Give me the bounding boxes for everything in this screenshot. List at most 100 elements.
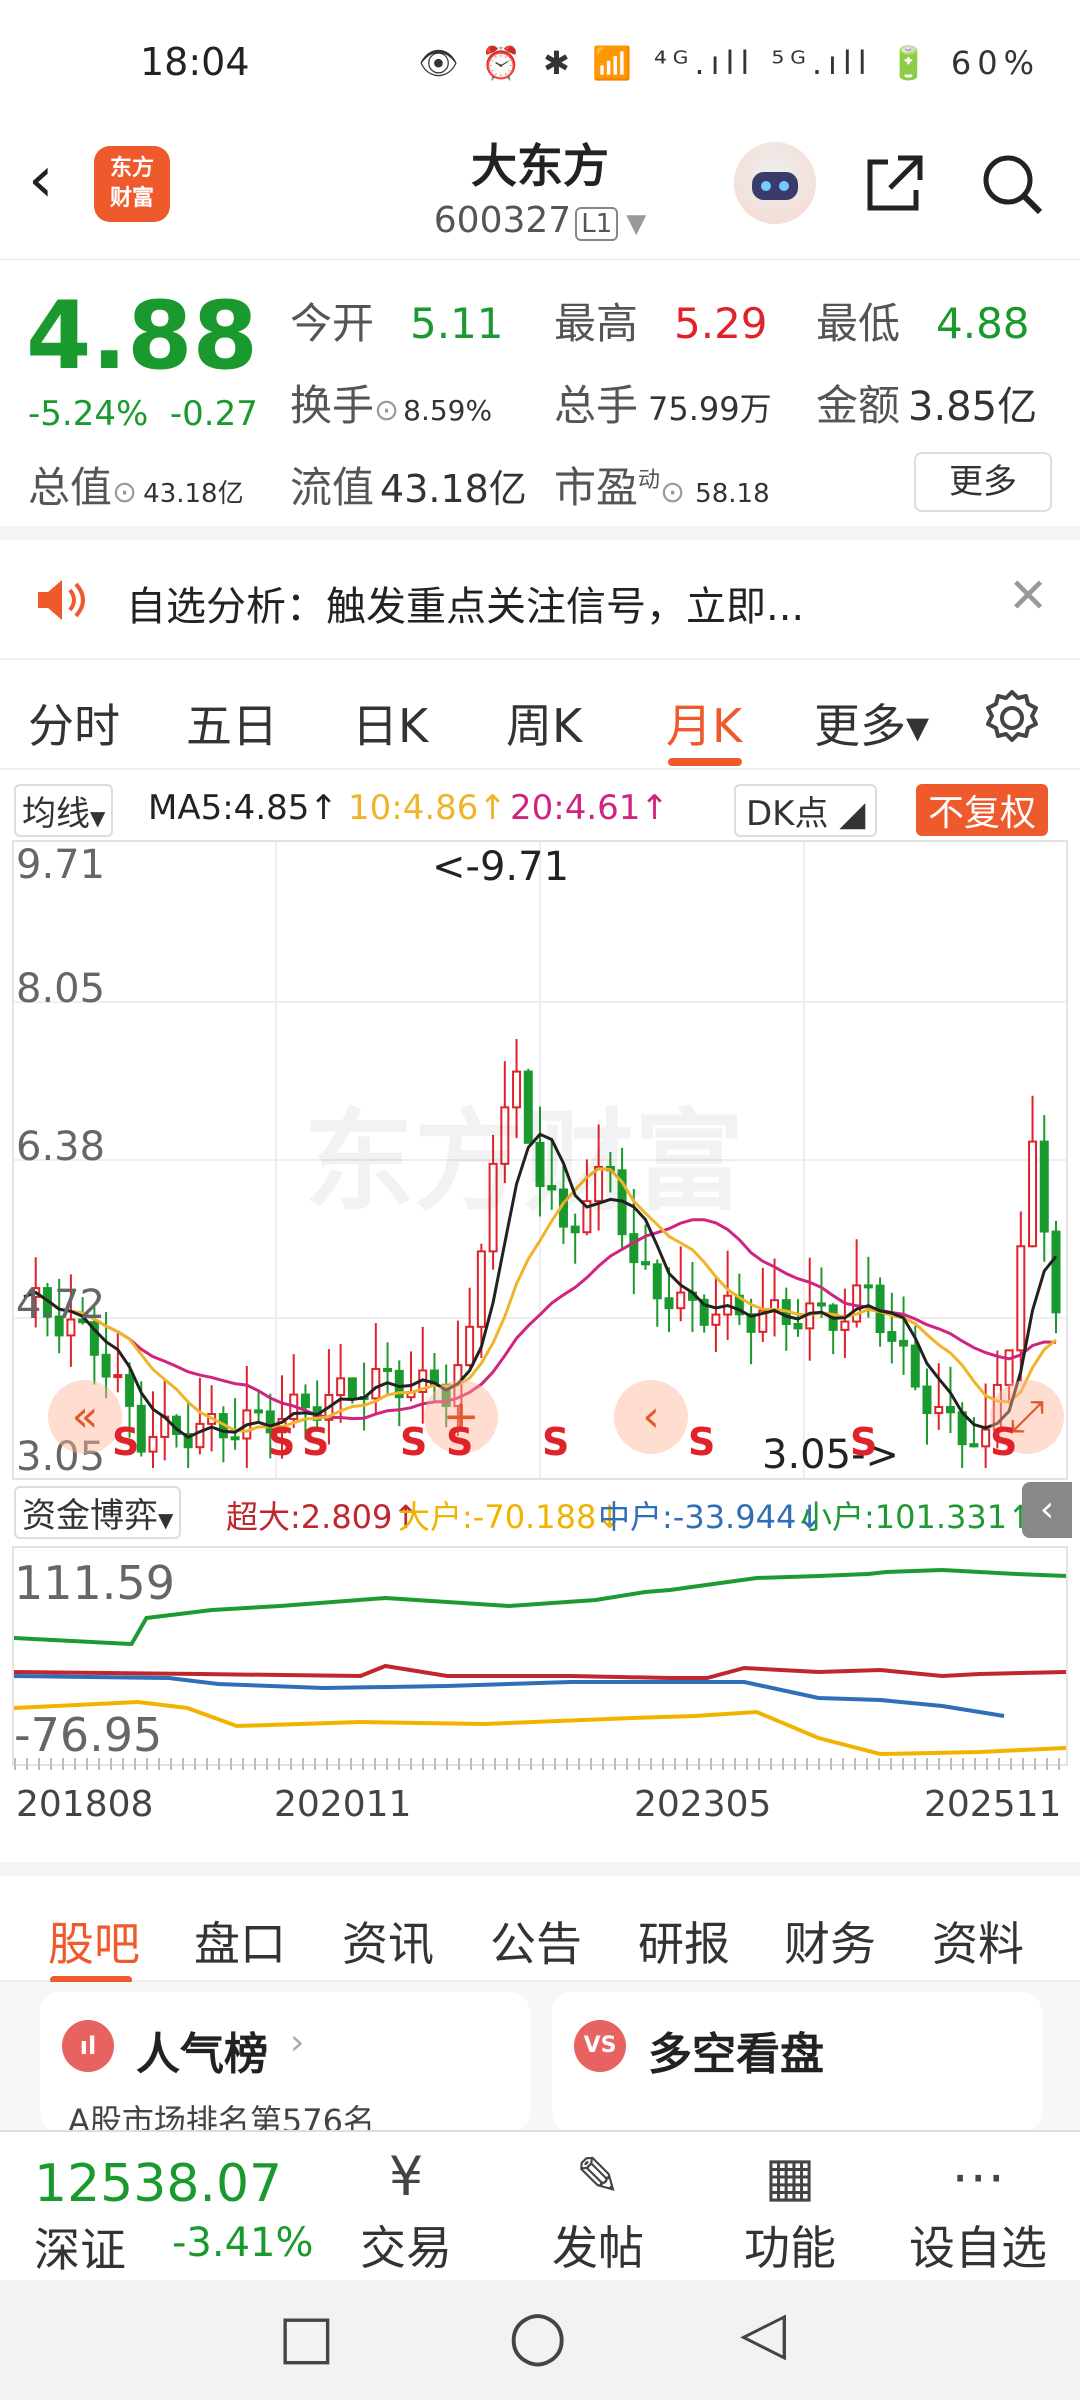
info-icon[interactable]: ⊙	[660, 475, 685, 510]
tab-weekly-k[interactable]: 周K	[506, 690, 582, 756]
info-icon[interactable]: ⊙	[374, 393, 399, 428]
candle-body	[945, 1406, 955, 1414]
candle-body	[148, 1435, 158, 1453]
previous-icon[interactable]: ‹	[614, 1380, 688, 1454]
dk-point-button[interactable]: DK点 ◢	[734, 784, 878, 837]
candle-body	[840, 1320, 850, 1331]
price-change: -5.24% -0.27	[28, 394, 258, 434]
amount-value: 3.85亿	[908, 384, 1038, 430]
home-icon[interactable]: ○	[508, 2296, 567, 2375]
status-icons: 👁 ⏰ ✱ 📶 ⁴ᴳ.ıll ⁵ᴳ.ıll 🔋 60%	[418, 44, 1040, 82]
sell-signal: S	[400, 1420, 428, 1464]
versus-icon: VS	[574, 2020, 626, 2072]
trade-button[interactable]: ¥ 交易	[336, 2142, 476, 2278]
add-watchlist-label: 设自选	[909, 2221, 1047, 2275]
tab-research[interactable]: 研报	[638, 1908, 730, 1974]
candle-body	[863, 1284, 873, 1289]
pe-field: 市盈动⊙ 58.18	[554, 454, 770, 515]
add-watchlist-button[interactable]: ⋯ 设自选	[908, 2142, 1048, 2278]
ma5-value: MA5:4.85↑	[148, 788, 338, 828]
tab-news[interactable]: 资讯	[342, 1908, 434, 1974]
functions-button[interactable]: ▦ 功能	[720, 2142, 860, 2278]
sell-signal: S	[112, 1420, 140, 1464]
candle-body	[113, 1374, 123, 1379]
y-label-max: 9.71	[16, 842, 106, 888]
no-adjust-button[interactable]: 不复权	[916, 784, 1049, 836]
turnover-field: 换手⊙ 8.59%	[290, 372, 492, 433]
tab-stock-forum[interactable]: 股吧	[48, 1908, 140, 1974]
bottom-toolbar: 12538.07 深证 -3.41% ¥ 交易 ✎ 发帖 ▦ 功能 ⋯ 设自选	[0, 2130, 1080, 2280]
candle-body	[371, 1367, 381, 1400]
sell-signal: S	[850, 1420, 878, 1464]
total-cap-field: 总值⊙ 43.18亿	[28, 454, 244, 515]
kline-chart[interactable]: 东方财富 9.71 8.05 6.38 4.72 3.05 <-9.71 3.0…	[12, 840, 1068, 1480]
candle-body	[899, 1339, 909, 1347]
tab-order-book[interactable]: 盘口	[194, 1908, 286, 1974]
share-icon[interactable]	[858, 148, 930, 224]
tab-financials[interactable]: 财务	[784, 1908, 876, 1974]
assistant-robot-icon[interactable]	[734, 142, 816, 224]
scroll-left-icon[interactable]: «	[48, 1380, 122, 1454]
y-label-4: 4.72	[16, 1282, 106, 1328]
info-icon[interactable]: ⊙	[112, 475, 137, 510]
ma20-value: 20:4.61↑	[510, 788, 669, 828]
trade-label: 交易	[360, 2221, 452, 2275]
amount-field: 金额 3.85亿	[816, 372, 1037, 433]
time-axis: 201808 202011 202305 202511	[0, 1780, 1080, 1830]
ma-selector[interactable]: 均线▼	[14, 784, 114, 837]
system-nav-bar: □ ○ ◁	[0, 2280, 1080, 2400]
tab-five-day[interactable]: 五日	[186, 690, 278, 756]
post-button[interactable]: ✎ 发帖	[528, 2142, 668, 2278]
tab-profile[interactable]: 资料	[932, 1908, 1024, 1974]
index-value[interactable]: 12538.07	[34, 2154, 282, 2214]
gear-icon[interactable]	[980, 686, 1044, 754]
fund-selector-label: 资金博弈	[22, 1496, 158, 1536]
pe-label: 市盈	[554, 463, 639, 512]
more-button[interactable]: 更多	[914, 452, 1052, 512]
float-cap-value: 43.18亿	[380, 467, 527, 511]
search-icon[interactable]	[976, 148, 1048, 224]
candle-body	[816, 1302, 826, 1307]
back-nav-icon[interactable]: ◁	[740, 2298, 786, 2368]
candle-body	[652, 1263, 662, 1300]
index-change: -3.41%	[172, 2220, 314, 2266]
candle-body	[465, 1325, 475, 1367]
fund-flow-legend: 资金博弈▼ 超大:2.809↑ 大户:-70.188↓ 中户:-33.944↓ …	[0, 1482, 1080, 1542]
recent-apps-icon[interactable]: □	[278, 2302, 335, 2372]
high-value: 5.29	[674, 299, 768, 348]
candle-body	[476, 1250, 486, 1328]
fund-flow-line	[13, 1699, 1067, 1757]
collapse-panel-icon[interactable]: ‹	[1022, 1482, 1072, 1538]
tab-more[interactable]: 更多▾	[814, 690, 929, 756]
long-short-card[interactable]: VS 多空看盘	[552, 1992, 1042, 2132]
candle-body	[1004, 1349, 1014, 1386]
status-time: 18:04	[140, 40, 250, 84]
close-icon[interactable]: ✕	[1008, 568, 1048, 624]
tab-intraday[interactable]: 分时	[28, 690, 120, 756]
popularity-card[interactable]: ıl 人气榜 › A股市场排名第576名	[40, 1992, 530, 2140]
alert-banner[interactable]: 自选分析：触发重点关注信号，立即... ✕	[0, 540, 1080, 660]
open-field: 今开 5.11	[290, 290, 504, 351]
popularity-icon: ıl	[62, 2020, 114, 2072]
post-label: 发帖	[552, 2221, 644, 2275]
fund-flow-chart[interactable]: 111.59 -76.95	[12, 1546, 1068, 1770]
candle-body	[981, 1428, 991, 1448]
tab-daily-k[interactable]: 日K	[352, 690, 428, 756]
candle-body	[1028, 1140, 1038, 1248]
min-price-note: 3.05->	[762, 1432, 900, 1478]
popularity-title: 人气榜	[136, 2029, 268, 2080]
candle-body	[125, 1374, 135, 1407]
ma-selector-label: 均线	[22, 794, 90, 834]
status-indicators: 👁 ⏰ ✱ 📶 ⁴ᴳ.ıll ⁵ᴳ.ıll 🔋	[418, 44, 935, 82]
chart-watermark: 东方财富	[304, 1098, 744, 1226]
tab-monthly-k[interactable]: 月K	[666, 690, 742, 756]
dropdown-icon[interactable]: ▼	[626, 209, 646, 239]
pe-dynamic-mark: 动	[638, 468, 661, 493]
fund-selector[interactable]: 资金博弈▼	[14, 1486, 182, 1539]
tab-announcements[interactable]: 公告	[490, 1908, 582, 1974]
functions-label: 功能	[744, 2221, 836, 2275]
candle-body	[300, 1393, 310, 1409]
high-label: 最高	[554, 299, 639, 348]
candle-body	[641, 1261, 651, 1266]
sell-signal: S	[302, 1420, 330, 1464]
